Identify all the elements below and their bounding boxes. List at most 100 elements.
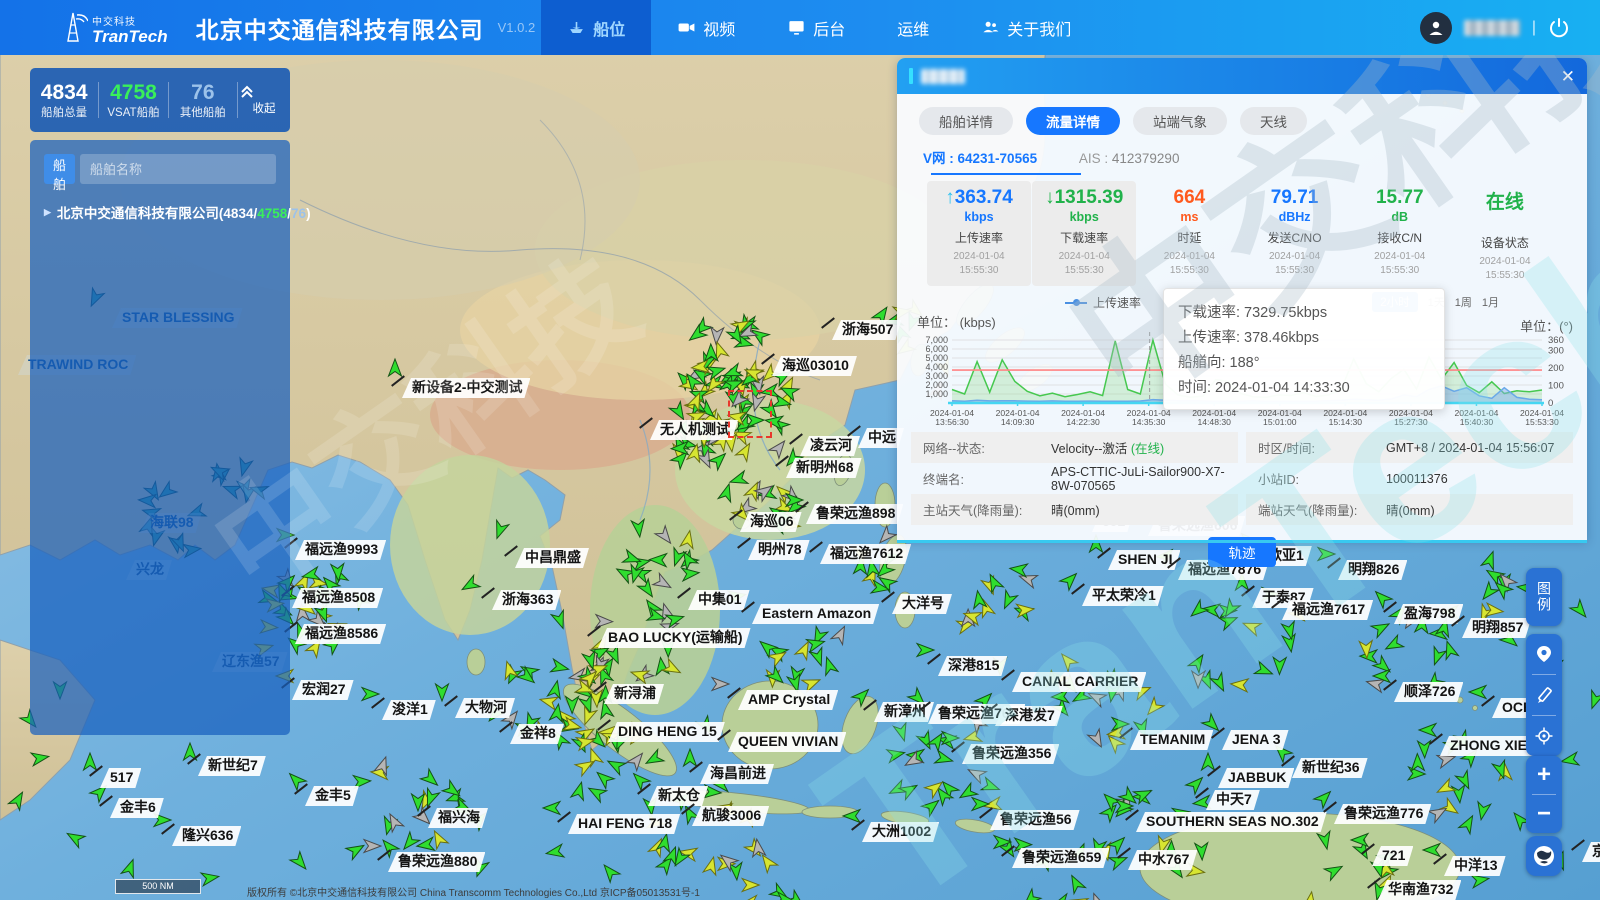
ship-label[interactable]: 福远渔7617 [1282,600,1373,620]
tree-company-name: 北京中交通信科技有限公司(4834/4758/76) [57,202,311,222]
ship-label[interactable]: 新设备2-中交测试 [402,378,530,398]
ship-label[interactable]: 福远渔9993 [295,540,386,560]
label-leader-line [809,541,823,552]
ship-label[interactable]: BAO LUCKY(运输船) [598,628,751,648]
ship-label[interactable]: Eastern Amazon [752,604,879,624]
ship-label[interactable]: 大物河 [455,698,515,718]
base-layer-button[interactable] [1526,836,1562,876]
measure-icon[interactable] [1526,675,1562,715]
ship-label[interactable]: HAI FENG 718 [568,814,680,834]
ship-label[interactable]: 鲁荣远渔356 [962,744,1059,764]
locate-icon[interactable] [1526,716,1562,756]
ship-label[interactable]: 新浔浦 [604,684,664,704]
zoom-out-button[interactable]: − [1526,795,1562,833]
ship-label[interactable]: 深港815 [938,656,1007,676]
ship-label[interactable]: 鲁荣远渔56 [990,810,1080,830]
zoom-in-button[interactable]: + [1526,756,1562,794]
ship-label[interactable]: 中洋13 [1444,856,1506,876]
nav-item-3[interactable]: 运维 [871,0,955,55]
ship-label[interactable]: 新太仓 [648,786,708,806]
collapse-button[interactable]: 收起 [238,84,290,116]
label-leader-line [1001,669,1015,680]
ship-label[interactable]: 华南渔732 [1378,880,1461,900]
ship-label[interactable]: CANAL CARRIER [1012,672,1146,692]
logo[interactable]: 中交科技 TranTech [58,11,168,45]
ship-label[interactable]: 鲁荣远渔776 [1334,804,1431,824]
ship-label[interactable]: DING HENG 15 [608,722,725,742]
location-pin-icon[interactable] [1526,634,1562,674]
ship-label[interactable]: 中水767 [1128,850,1197,870]
nav-item-4[interactable]: 关于我们 [955,0,1097,55]
ship-label[interactable]: 京 [1582,842,1600,862]
ship-label[interactable]: 大洲1002 [862,822,939,842]
ship-label[interactable]: 顺泽726 [1394,682,1463,702]
ship-label[interactable]: 深港发7 [995,706,1063,726]
ship-type-button[interactable]: 船舶 [44,154,75,184]
ship-label[interactable]: 福远渔7612 [820,544,911,564]
label-leader-line [689,761,703,772]
ship-label[interactable]: 福兴海 [428,808,488,828]
nav-item-2[interactable]: 后台 [761,0,871,55]
ship-label[interactable]: 中集01 [688,590,750,610]
ship-label[interactable]: 海昌前进 [700,764,774,784]
company-tree-item[interactable]: ▶ 北京中交通信科技有限公司(4834/4758/76) [44,202,280,222]
selected-ship-box [728,390,772,438]
ship-label[interactable]: 大洋号 [892,594,952,614]
zoom-control-group: + − [1526,756,1562,833]
ship-label[interactable]: 金丰6 [110,798,164,818]
ship-label[interactable]: 隆兴636 [172,826,241,846]
ship-label[interactable]: 明翔857 [1462,618,1531,638]
ship-label[interactable]: SOUTHERN SEAS NO.302 [1136,812,1327,832]
ship-label[interactable]: 海巡03010 [772,356,857,376]
tab-1[interactable]: 流量详情 [1026,107,1120,135]
ship-label[interactable]: 福远渔8508 [292,588,383,608]
ship-label[interactable]: 中天7 [1206,790,1260,810]
ship-label[interactable]: 中昌鼎盛 [515,548,589,568]
ship-label[interactable]: 平太荣冷1 [1082,586,1164,606]
ship-label[interactable]: 明翔826 [1338,560,1407,580]
tab-3[interactable]: 天线 [1240,107,1307,135]
ship-label[interactable]: 凌云河 [800,436,860,456]
ship-label[interactable]: JABBUK [1218,768,1294,788]
ship-label[interactable]: TEMANIM [1130,730,1213,750]
ship-label[interactable]: 航骏3006 [692,806,769,826]
ship-label[interactable]: QUEEN VIVIAN [728,732,846,752]
ship-label[interactable]: 新世纪36 [1292,758,1368,778]
ship-label[interactable]: 721 [1372,846,1413,866]
ship-label[interactable]: 海巡06 [740,512,802,532]
ship-name-input[interactable] [80,154,276,184]
tab-0[interactable]: 船舶详情 [919,107,1013,135]
ship-label[interactable]: 金祥8 [510,724,564,744]
close-icon[interactable]: ✕ [1561,68,1575,85]
ship-label[interactable]: 鲁荣远渔880 [388,852,485,872]
svg-text:14:22:30: 14:22:30 [1066,417,1100,427]
svg-text:1,000: 1,000 [925,389,948,399]
ship-label[interactable]: AMP Crystal [738,690,838,710]
map-legend-button[interactable]: 图例 [1526,568,1562,626]
ship-label[interactable]: 金丰5 [305,786,359,806]
svg-text:14:35:30: 14:35:30 [1132,417,1166,427]
ship-label[interactable]: 福远渔8586 [295,624,386,644]
label-leader-line [1323,801,1337,812]
ship-label[interactable]: 浙海507 [832,320,901,340]
stat-vsat-value: 4758 [99,80,167,106]
ship-label[interactable]: 新世纪7 [198,756,266,776]
nav-item-1[interactable]: 视频 [651,0,761,55]
avatar[interactable] [1420,12,1452,44]
ship-label[interactable]: 新明州68 [786,458,862,478]
ship-label[interactable]: JENA 3 [1222,730,1289,750]
label-leader-line [863,699,877,710]
label-leader-line [1367,877,1381,888]
ship-label[interactable]: 明州78 [748,540,810,560]
logout-power-icon[interactable] [1548,17,1570,39]
ship-label[interactable]: 517 [100,768,141,788]
ship-label[interactable]: 鲁荣远渔659 [1012,848,1109,868]
nav-item-0[interactable]: 船位 [541,0,651,55]
ship-label[interactable]: 鲁荣远渔898 [806,504,903,524]
tab-2[interactable]: 站端气象 [1133,107,1227,135]
ship-label[interactable]: 浚洋1 [382,700,436,720]
ship-label[interactable]: 无人机测试 [650,420,738,440]
ship-label[interactable]: 盈海798 [1394,604,1463,624]
ship-label[interactable]: 宏润27 [292,680,354,700]
ship-label[interactable]: 浙海363 [492,590,561,610]
